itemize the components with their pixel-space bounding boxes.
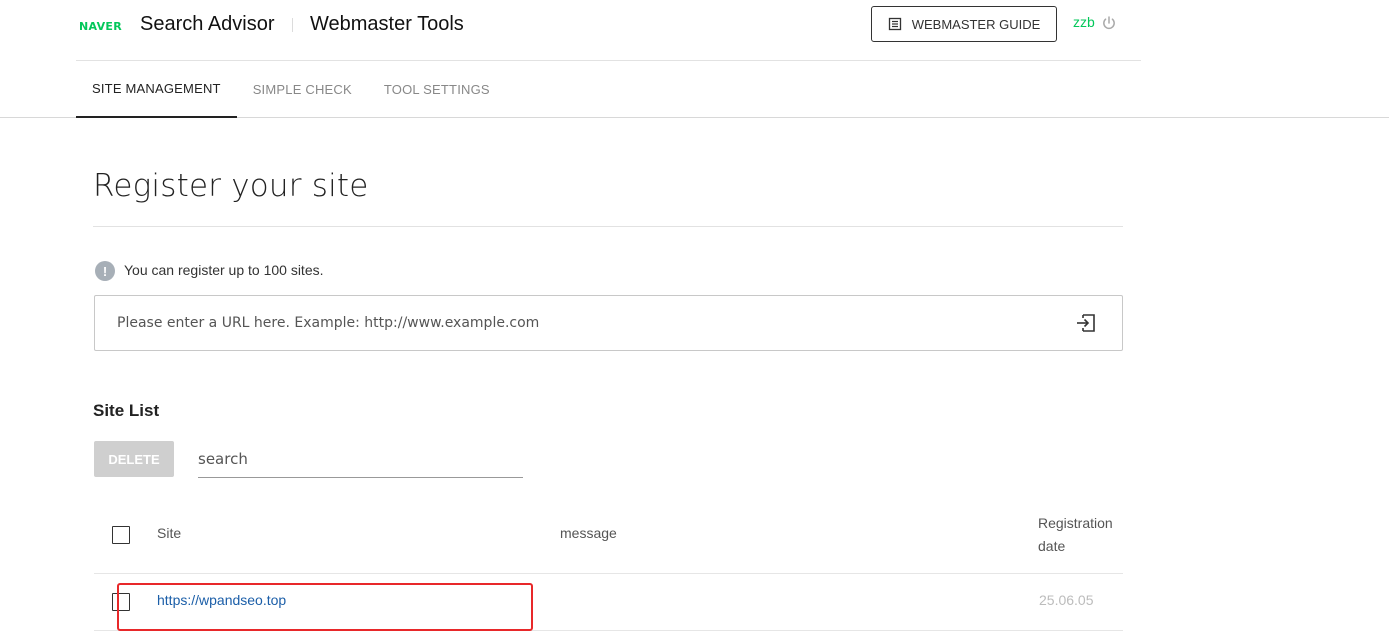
webmaster-guide-label: WEBMASTER GUIDE	[911, 16, 1041, 32]
column-header-message: message	[560, 525, 617, 541]
info-text: You can register up to 100 sites.	[124, 262, 324, 278]
document-icon	[888, 17, 902, 31]
app-title[interactable]: Search Advisor	[140, 13, 275, 36]
site-url-link[interactable]: https://wpandseo.top	[157, 592, 286, 608]
url-input[interactable]	[117, 296, 1057, 350]
webmaster-guide-button[interactable]: WEBMASTER GUIDE	[871, 6, 1057, 42]
table-header-divider	[94, 573, 1123, 574]
title-divider	[292, 18, 293, 32]
column-header-site: Site	[157, 525, 182, 541]
tab-simple-check[interactable]: SIMPLE CHECK	[237, 61, 368, 117]
column-header-registration-date: Registration date	[1038, 512, 1133, 558]
power-logout-icon[interactable]	[1101, 15, 1117, 36]
search-field	[198, 441, 523, 478]
main-tabs: SITE MANAGEMENT SIMPLE CHECK TOOL SETTIN…	[76, 61, 506, 118]
url-input-box	[94, 295, 1123, 351]
column-header-registration-line2: date	[1038, 538, 1066, 554]
page-title: Register your site	[93, 168, 369, 204]
column-header-registration-line1: Registration	[1038, 515, 1113, 531]
app-subtitle[interactable]: Webmaster Tools	[310, 13, 464, 36]
search-input[interactable]	[198, 441, 523, 477]
submit-arrow-icon[interactable]	[1075, 313, 1097, 338]
delete-button[interactable]: DELETE	[94, 441, 174, 477]
title-divider-line	[93, 226, 1123, 227]
top-header: NAVER Search Advisor Webmaster Tools WEB…	[0, 0, 1389, 118]
registration-date: 25.06.05	[1039, 592, 1094, 608]
info-icon: !	[95, 261, 115, 281]
username[interactable]: zzb	[1073, 14, 1095, 30]
naver-logo[interactable]: NAVER	[79, 20, 122, 33]
select-all-checkbox[interactable]	[112, 526, 130, 544]
tab-site-management[interactable]: SITE MANAGEMENT	[76, 61, 237, 118]
row-checkbox[interactable]	[112, 593, 130, 611]
site-list-title: Site List	[93, 401, 160, 420]
table-row-divider	[94, 630, 1123, 631]
tab-tool-settings[interactable]: TOOL SETTINGS	[368, 61, 506, 117]
